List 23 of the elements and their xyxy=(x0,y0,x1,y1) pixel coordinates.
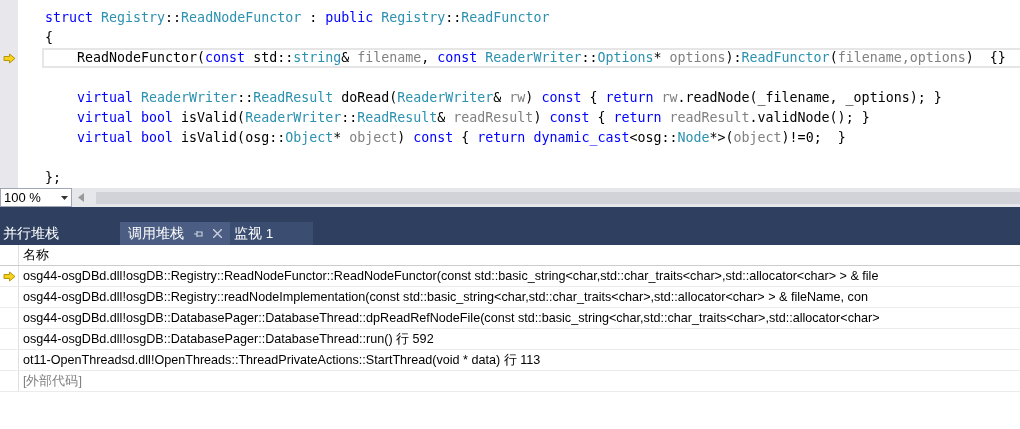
panel-tab[interactable]: 调用堆栈 xyxy=(120,222,230,245)
close-icon[interactable] xyxy=(213,229,222,238)
stack-frame[interactable]: osg44-osgDBd.dll!osgDB::Registry::ReadNodeFunctor::ReadNodeFunctor(const std::basic_string<char,std::char_traits<char>,std::allocator<char> > & file xyxy=(19,266,879,286)
stack-frame[interactable]: osg44-osgDBd.dll!osgDB::DatabasePager::DatabaseThread::dpReadRefNodeFile(const std::basic_string<char,std::char_traits<char>,std::allocator<char> xyxy=(19,308,880,328)
stack-frame[interactable]: [外部代码] xyxy=(19,371,82,391)
code-line: virtual bool isValid(ReaderWriter::ReadResult& readResult) const { return readResult.validNode(); } xyxy=(76,109,871,127)
caret-icon xyxy=(61,195,68,200)
code-line: struct Registry::ReadNodeFunctor : public Registry::ReadFunctor xyxy=(45,9,551,27)
code-line: virtual bool isValid(osg::Object* object) const { return dynamic_cast<osg::Node*>(object)!=0; } xyxy=(76,129,847,148)
stack-frame[interactable]: osg44-osgDBd.dll!osgDB::DatabasePager::DatabaseThread::run() 行 592 xyxy=(19,329,434,349)
code-line: virtual ReaderWriter::ReadResult doRead(ReaderWriter& rw) const { return rw.readNode(_filename, _options); } xyxy=(76,89,943,108)
stack-frame[interactable]: ot11-OpenThreadsd.dll!OpenThreads::ThreadPrivateActions::StartThread(void * data) 行 113 xyxy=(19,350,541,370)
scroll-left-icon[interactable] xyxy=(78,193,84,202)
code-line: }; xyxy=(45,169,62,187)
stack-frame[interactable]: osg44-osgDBd.dll!osgDB::Registry::readNodeImplementation(const std::basic_string<char,std::char_traits<char>,std::allocator<char> > & fileName, con xyxy=(19,287,868,307)
pin-icon[interactable] xyxy=(194,229,203,238)
panel-tab[interactable]: 监视 1 xyxy=(230,222,314,245)
code-line: { xyxy=(45,29,54,47)
column-header[interactable]: 名称 xyxy=(19,245,49,265)
code-line: ReadNodeFunctor(const std::string& filename, const ReaderWriter::Options* options):ReadFunctor(filename,options) {} xyxy=(42,48,1020,68)
zoom-dropdown[interactable]: 100 % xyxy=(0,188,72,207)
current-line-arrow-icon xyxy=(2,52,16,64)
current-frame-arrow-icon xyxy=(2,270,16,282)
